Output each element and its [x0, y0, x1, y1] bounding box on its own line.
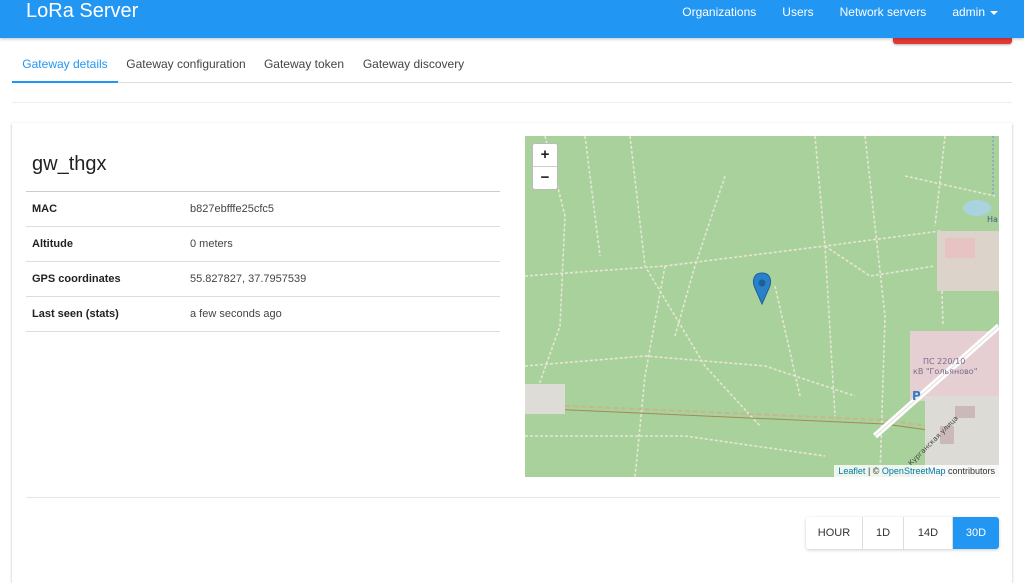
map-label-parking: P — [912, 389, 921, 403]
row-key-mac: MAC — [32, 203, 58, 215]
row-key-altitude: Altitude — [32, 238, 73, 250]
nav-admin-label: admin — [952, 5, 985, 19]
table-row: MAC b827ebfffe25cfc5 — [26, 192, 500, 227]
gateway-name: gw_thgx — [32, 153, 107, 175]
nav-menu: Organizations Users Network servers admi… — [669, 0, 1024, 24]
map-zoom-control: + − — [532, 143, 558, 190]
gateway-map[interactable]: ПС 220/10 кВ "Гольяново" P На Курганская… — [525, 136, 999, 477]
map-label-substation-name: кВ "Гольяново" — [913, 367, 977, 376]
row-value-gps: 55.827827, 37.7957539 — [190, 273, 307, 285]
nav-organizations[interactable]: Organizations — [669, 0, 769, 24]
openstreetmap-link[interactable]: OpenStreetMap — [882, 466, 946, 476]
chevron-down-icon — [990, 10, 998, 15]
map-label-partial: На — [987, 215, 998, 224]
nav-users[interactable]: Users — [769, 0, 826, 24]
nav-network-servers[interactable]: Network servers — [827, 0, 940, 24]
zoom-out-button[interactable]: − — [533, 166, 557, 189]
row-value-altitude: 0 meters — [190, 238, 233, 250]
gateway-details-card: gw_thgx MAC b827ebfffe25cfc5 Altitude 0 … — [12, 123, 1012, 583]
leaflet-link[interactable]: Leaflet — [838, 466, 865, 476]
table-row: Last seen (stats) a few seconds ago — [26, 297, 500, 332]
row-key-last-seen[interactable]: Last seen (stats) — [32, 297, 119, 331]
attribution-separator: | © — [865, 466, 882, 476]
nav-admin-menu[interactable]: admin — [939, 0, 1024, 24]
range-1d-button[interactable]: 1D — [863, 517, 904, 549]
top-navbar: LoRa Server Organizations Users Network … — [0, 0, 1024, 38]
zoom-in-button[interactable]: + — [533, 144, 557, 166]
divider — [26, 497, 1000, 498]
app-title[interactable]: LoRa Server — [26, 0, 138, 26]
tab-gateway-configuration[interactable]: Gateway configuration — [118, 46, 254, 82]
row-value-mac: b827ebfffe25cfc5 — [190, 203, 275, 215]
range-14d-button[interactable]: 14D — [904, 517, 953, 549]
map-tiles: ПС 220/10 кВ "Гольяново" P На Курганская… — [525, 136, 999, 477]
map-label-substation: ПС 220/10 — [923, 357, 965, 366]
table-row: Altitude 0 meters — [26, 227, 500, 262]
tab-gateway-details[interactable]: Gateway details — [12, 46, 118, 83]
gateway-tabs: Gateway details Gateway configuration Ga… — [12, 46, 1012, 83]
row-key-gps: GPS coordinates — [32, 273, 121, 285]
map-attribution: Leaflet | © OpenStreetMap contributors — [834, 465, 999, 477]
stats-range-selector: HOUR 1D 14D 30D — [806, 517, 999, 549]
attribution-suffix: contributors — [945, 466, 995, 476]
gateway-details-table: MAC b827ebfffe25cfc5 Altitude 0 meters G… — [26, 191, 500, 332]
tab-gateway-token[interactable]: Gateway token — [254, 46, 354, 82]
table-row: GPS coordinates 55.827827, 37.7957539 — [26, 262, 500, 297]
range-30d-button[interactable]: 30D — [953, 517, 999, 549]
divider — [12, 102, 1012, 103]
row-value-last-seen: a few seconds ago — [190, 308, 282, 320]
range-hour-button[interactable]: HOUR — [806, 517, 863, 549]
tab-gateway-discovery[interactable]: Gateway discovery — [354, 46, 473, 82]
